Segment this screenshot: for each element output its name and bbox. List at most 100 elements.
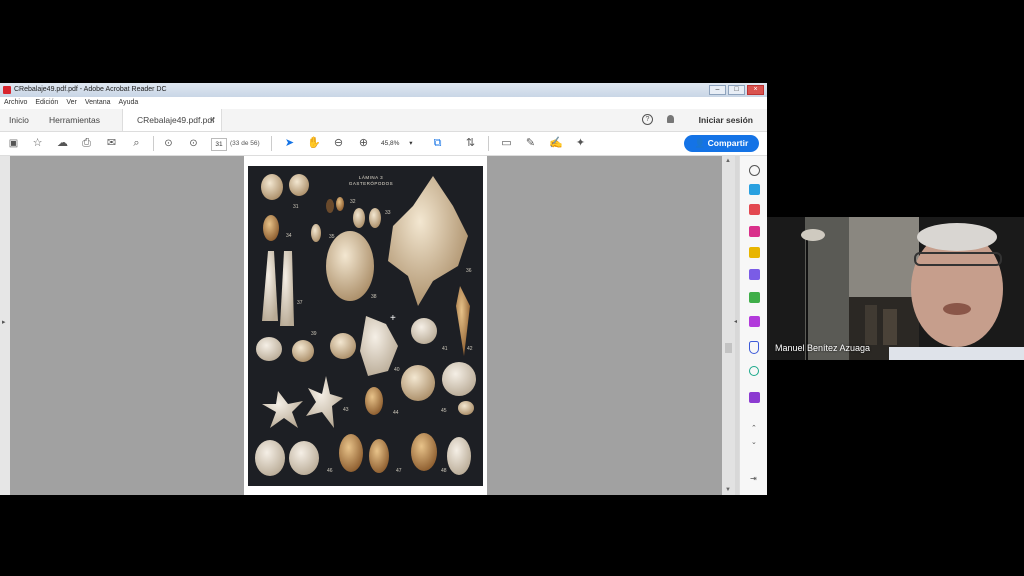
- webcam-tile: Manuel Benítez Azuaga: [767, 217, 1024, 360]
- tab-bar: Inicio Herramientas CRebalaje49.pdf.pdf …: [0, 109, 767, 132]
- select-arrow-icon[interactable]: ➤: [283, 137, 296, 150]
- menu-edicion[interactable]: Edición: [35, 99, 58, 106]
- figure-number: 39: [311, 331, 317, 337]
- create-pdf-icon[interactable]: [749, 226, 760, 237]
- shell: [255, 440, 285, 476]
- menu-archivo[interactable]: Archivo: [4, 99, 27, 106]
- signin-button[interactable]: Iniciar sesión: [699, 109, 753, 131]
- figure-number: 47: [396, 468, 402, 474]
- page-number-input[interactable]: 31: [211, 138, 227, 151]
- figure-number: 46: [327, 468, 333, 474]
- shell: [326, 199, 334, 213]
- collapse-pane-icon[interactable]: ⇥: [750, 474, 757, 483]
- print-icon[interactable]: ⎙: [80, 137, 93, 150]
- shell: [360, 316, 398, 376]
- compress-icon[interactable]: [749, 366, 759, 376]
- screen: CRebalaje49.pdf.pdf - Adobe Acrobat Read…: [0, 0, 1024, 576]
- shell: [369, 208, 381, 228]
- shell: [447, 437, 471, 475]
- acrobat-icon: [3, 86, 11, 94]
- shell: [292, 340, 314, 362]
- acrobat-window: CRebalaje49.pdf.pdf - Adobe Acrobat Read…: [0, 83, 767, 495]
- tab-document[interactable]: CRebalaje49.pdf.pdf ×: [122, 109, 222, 131]
- shell: [369, 439, 389, 473]
- figure-number: 33: [385, 210, 391, 216]
- left-panel-toggle[interactable]: ▸: [0, 156, 10, 495]
- scroll-up-icon[interactable]: ▲: [725, 158, 731, 164]
- upload-icon[interactable]: ☁: [56, 137, 69, 150]
- maximize-button[interactable]: □: [728, 85, 745, 95]
- webcam-video: [767, 217, 1024, 360]
- protect-icon[interactable]: [749, 341, 759, 354]
- shell: [336, 197, 344, 211]
- comment-tool-icon[interactable]: [749, 247, 760, 258]
- help-icon[interactable]: ?: [642, 114, 653, 125]
- figure-number: 36: [466, 268, 472, 274]
- figure-number: 34: [286, 233, 292, 239]
- shell: [262, 251, 278, 321]
- crosshair-cursor-icon: +: [390, 313, 396, 324]
- document-viewport[interactable]: ▸ LÁMINA 3 GASTERÓPODOS 31 32 33 34 35 3…: [0, 156, 735, 495]
- more-tools-icon[interactable]: [749, 392, 760, 403]
- figure-number: 35: [329, 234, 335, 240]
- toolbar: ▣ ☆ ☁ ⎙ ✉ ⌕ ⊙ ⊙ 31 (33 de 56) ➤ ✋ ⊖ ⊕ 45…: [0, 132, 767, 156]
- figure-number: 41: [442, 346, 448, 352]
- figure-number: 42: [467, 346, 473, 352]
- separator: [488, 136, 489, 151]
- page-fit-icon[interactable]: ⧉: [431, 137, 444, 150]
- close-window-button[interactable]: ×: [747, 85, 764, 95]
- prev-page-icon[interactable]: ⊙: [162, 137, 175, 150]
- save-icon[interactable]: ▣: [7, 137, 20, 150]
- pane-scroll-up-icon[interactable]: ⌃: [751, 424, 757, 432]
- zoom-out-icon[interactable]: ⊖: [332, 137, 345, 150]
- shell: [261, 174, 283, 200]
- tab-document-label: CRebalaje49.pdf.pdf: [137, 115, 215, 125]
- notifications-icon[interactable]: [667, 115, 674, 123]
- shell: [256, 337, 282, 361]
- zoom-icon[interactable]: [749, 165, 760, 176]
- fill-sign-icon[interactable]: [749, 316, 760, 327]
- scroll-thumb[interactable]: [725, 343, 732, 353]
- figure-number: 32: [350, 199, 356, 205]
- share-user-icon: 👤: [694, 138, 708, 148]
- organize-icon[interactable]: [749, 292, 760, 303]
- close-tab-icon[interactable]: ×: [210, 109, 215, 131]
- pane-scroll-down-icon[interactable]: ⌄: [751, 438, 757, 446]
- stamp-icon[interactable]: ✦: [574, 137, 587, 150]
- shell: [411, 433, 437, 471]
- shell: [306, 376, 343, 428]
- scroll-down-icon[interactable]: ▼: [725, 487, 731, 493]
- zoom-in-icon[interactable]: ⊕: [357, 137, 370, 150]
- tools-pane: ⌃ ⌄ ⇥: [739, 156, 767, 495]
- menu-ayuda[interactable]: Ayuda: [119, 99, 139, 106]
- shell: [442, 362, 476, 396]
- minimize-button[interactable]: –: [709, 85, 726, 95]
- figure-number: 43: [343, 407, 349, 413]
- scroll-mode-icon[interactable]: ⇅: [464, 137, 477, 150]
- vertical-scrollbar[interactable]: ▲ ▼: [722, 156, 735, 495]
- menu-ventana[interactable]: Ventana: [85, 99, 111, 106]
- star-icon[interactable]: ☆: [31, 137, 44, 150]
- combine-icon[interactable]: [749, 269, 760, 280]
- next-page-icon[interactable]: ⊙: [187, 137, 200, 150]
- shell: [388, 176, 468, 306]
- sign-icon[interactable]: ✍: [549, 137, 563, 150]
- figure-number: 38: [371, 294, 377, 300]
- title-bar: CRebalaje49.pdf.pdf - Adobe Acrobat Read…: [0, 83, 767, 97]
- tab-herramientas[interactable]: Herramientas: [49, 109, 100, 131]
- export-pdf-icon[interactable]: [749, 204, 760, 215]
- pen-icon[interactable]: ✎: [524, 137, 537, 150]
- shells-illustration: [255, 174, 476, 476]
- mail-icon[interactable]: ✉: [105, 137, 118, 150]
- menu-ver[interactable]: Ver: [66, 99, 77, 106]
- figure-number: 48: [441, 468, 447, 474]
- tab-inicio[interactable]: Inicio: [9, 109, 29, 131]
- edit-pdf-icon[interactable]: [749, 184, 760, 195]
- figure-number: 45: [441, 408, 447, 414]
- search-icon[interactable]: ⌕: [130, 137, 143, 150]
- zoom-select[interactable]: 45,8% ▾: [381, 138, 418, 149]
- comment-icon[interactable]: ▭: [500, 137, 513, 150]
- share-button[interactable]: 👤 Compartir: [684, 135, 759, 152]
- hand-icon[interactable]: ✋: [307, 137, 321, 150]
- chevron-down-icon: ▾: [409, 140, 413, 147]
